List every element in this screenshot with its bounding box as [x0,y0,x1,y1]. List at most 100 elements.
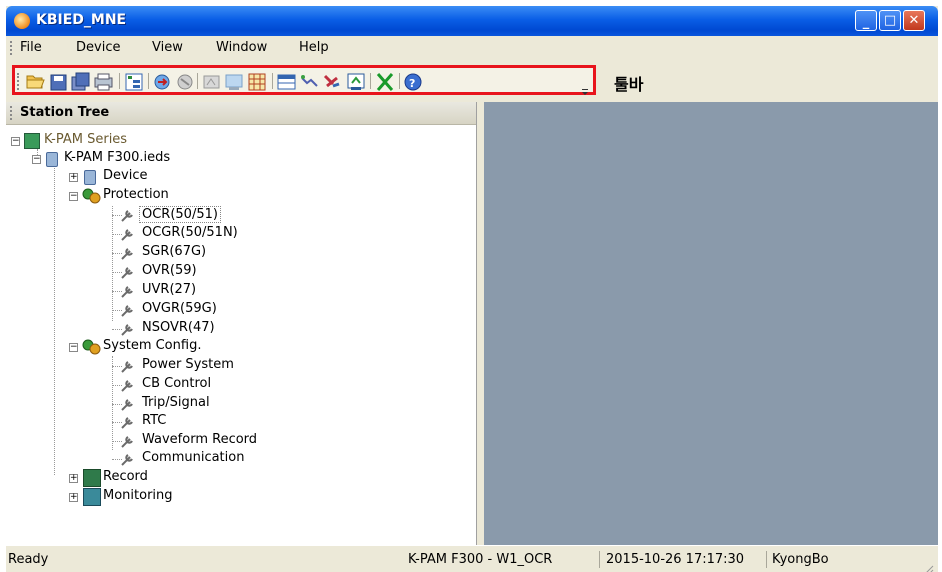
record-icon [83,469,101,487]
tree-node-ovgr[interactable]: OVGR(59G) [6,301,266,319]
tree-node-nsovr[interactable]: NSOVR(47) [6,320,266,338]
save-all-icon [71,72,90,91]
tree-label: System Config. [103,338,202,353]
expand-icon[interactable]: + [69,474,78,483]
close-button[interactable]: ✕ [903,10,925,31]
tree-node-trip-signal[interactable]: Trip/Signal [6,395,266,413]
table-icon [277,74,296,90]
monitor-icon [83,488,101,506]
save-icon [50,74,67,91]
tree-node-ovr[interactable]: OVR(59) [6,263,266,281]
wrench-icon [120,377,136,393]
tree-node-cb-control[interactable]: CB Control [6,376,266,394]
tree-label: Device [103,168,148,183]
main-toolbar: ? [12,65,596,95]
download-icon [225,74,243,90]
collapse-icon[interactable]: − [69,192,78,201]
gears-icon [82,339,101,355]
svg-text:?: ? [409,77,415,90]
tree-node-ocgr[interactable]: OCGR(50/51N) [6,225,266,243]
tree-node-sgr[interactable]: SGR(67G) [6,244,266,262]
status-datetime: 2015-10-26 17:17:30 [606,552,745,567]
menu-help[interactable]: Help [299,40,329,55]
disconnect-icon [177,74,193,90]
wrench-icon [120,321,136,337]
tree-node-protection[interactable]: − Protection [6,187,206,205]
expand-icon[interactable]: + [69,173,78,182]
tree-node-power-system[interactable]: Power System [6,357,266,375]
tree-node-device[interactable]: + Device [6,168,206,186]
wrench-icon [120,207,136,223]
wrench-icon [120,245,136,261]
tree-label: NSOVR(47) [142,320,215,335]
station-tree-header: Station Tree [6,102,476,125]
toolbar-caption: 툴바 [614,75,644,94]
tree-node-uvr[interactable]: UVR(27) [6,282,266,300]
resize-grip-icon[interactable] [924,560,934,572]
menu-view[interactable]: View [152,40,183,55]
workspace-area[interactable] [484,102,938,545]
status-context: K-PAM F300 - W1_OCR [408,552,553,567]
tree-label: Protection [103,187,169,202]
tree-node-communication[interactable]: Communication [6,450,266,468]
wrench-icon [120,283,136,299]
tree-label: UVR(27) [142,282,197,297]
tree-label: Power System [142,357,234,372]
station-tree-panel: Station Tree − K-PAM Series − K-PAM F300… [6,102,477,545]
chart-icon [301,75,318,87]
status-divider [766,551,767,568]
tree-node-record[interactable]: + Record [6,469,206,487]
help-icon: ? [404,73,422,91]
gears-icon [82,188,101,204]
wrench-icon [120,226,136,242]
wrench-icon [120,414,136,430]
tree-node-ied[interactable]: − K-PAM F300.ieds [6,150,226,168]
maximize-button[interactable]: □ [879,10,901,31]
export-icon [347,73,365,90]
status-bar: Ready K-PAM F300 - W1_OCR 2015-10-26 17:… [6,545,938,572]
app-window: KBIED_MNE _ □ ✕ File Device View Window … [6,6,938,572]
tree-label: CB Control [142,376,212,391]
tree-label: Monitoring [103,488,173,503]
collapse-icon[interactable]: − [11,137,20,146]
expand-icon[interactable]: + [69,493,78,502]
tree-label: Waveform Record [142,432,258,447]
tree-node-monitoring[interactable]: + Monitoring [6,488,206,506]
menu-window[interactable]: Window [216,40,267,55]
station-icon [24,133,40,149]
app-logo-icon [14,13,30,29]
upload-icon [203,75,220,89]
device-icon [46,152,58,167]
wrench-icon [120,396,136,412]
tree-node-waveform-record[interactable]: Waveform Record [6,432,266,450]
tree-node-root[interactable]: − K-PAM Series [6,132,206,150]
minimize-button[interactable]: _ [855,10,877,31]
collapse-icon[interactable]: − [69,343,78,352]
collapse-icon[interactable]: − [32,155,41,164]
wrench-icon [120,264,136,280]
tree-node-ocr[interactable]: OCR(50/51) [6,206,266,224]
tree-node-system-config[interactable]: − System Config. [6,338,226,356]
menu-device[interactable]: Device [76,40,120,55]
tree-label: Trip/Signal [142,395,210,410]
tree-label: Record [103,469,148,484]
wrench-icon [120,358,136,374]
menubar-grip[interactable] [10,41,15,55]
panel-grip[interactable] [10,106,15,120]
toolbar-row: ? 툴바 [6,60,938,102]
tree-label: OCGR(50/51N) [142,225,238,240]
tree-label: K-PAM Series [44,132,128,147]
minimize-icon: _ [862,15,870,30]
title-bar[interactable]: KBIED_MNE _ □ ✕ [6,6,938,36]
tree-label: OVGR(59G) [142,301,217,316]
device-icon [84,170,96,185]
status-divider [599,551,600,568]
close-icon: ✕ [908,13,920,28]
toolbar-overflow-button[interactable] [581,80,589,95]
print-icon [94,73,113,91]
menu-file[interactable]: File [20,40,42,55]
wrench-icon [120,302,136,318]
compare-icon [323,74,340,88]
tree-node-rtc[interactable]: RTC [6,413,266,431]
panel-splitter[interactable] [477,102,484,545]
